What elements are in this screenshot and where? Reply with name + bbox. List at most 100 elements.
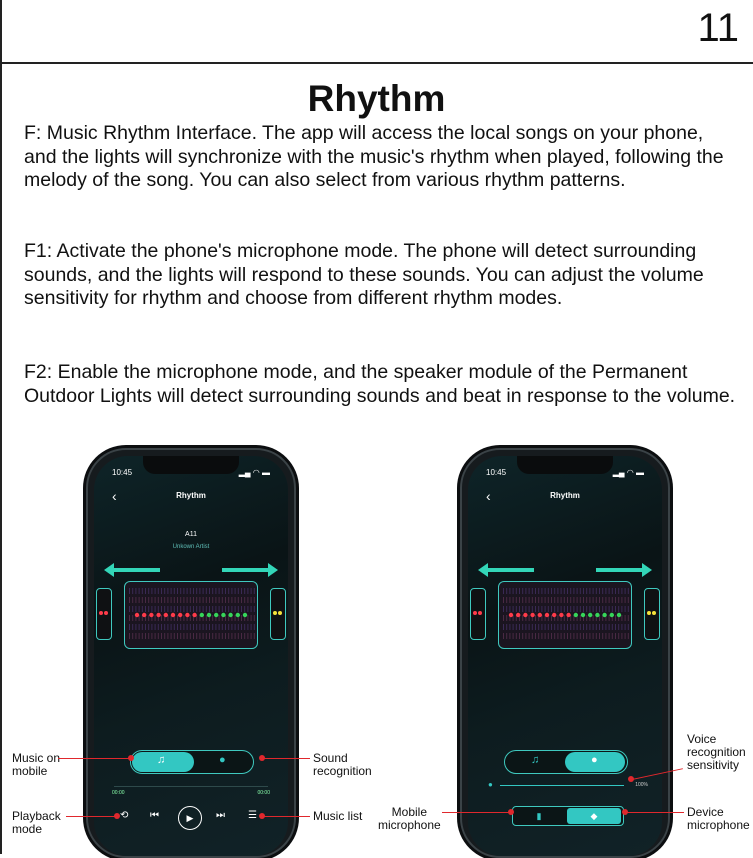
led-grid-line — [544, 624, 546, 630]
led-grid-line — [615, 597, 616, 603]
led-grid-line — [173, 633, 175, 639]
music-list-icon[interactable]: ☰ — [248, 810, 257, 821]
led-grid-line — [567, 597, 568, 603]
paragraph-f: F: Music Rhythm Interface. The app will … — [24, 122, 724, 191]
led-grid-line — [180, 597, 182, 603]
led-grid-line — [218, 633, 220, 639]
led-grid-line — [560, 633, 562, 639]
sensitivity-slider[interactable] — [500, 785, 624, 786]
mode-toggle[interactable]: ♫ ● — [130, 750, 254, 774]
led-grid-line — [503, 624, 504, 630]
led-grid-line — [148, 624, 150, 630]
led-grid-line — [602, 624, 604, 630]
led-grid-line — [592, 606, 594, 612]
led-grid-line — [608, 588, 610, 594]
play-button[interactable]: ▶ — [178, 806, 202, 830]
led-grid-line — [592, 633, 594, 639]
led-grid-line — [250, 615, 252, 621]
callout-line — [58, 758, 132, 760]
led-grid-line — [583, 633, 584, 639]
rhythm-pattern-next[interactable] — [270, 588, 286, 640]
led-grid-line — [618, 588, 620, 594]
led-dot — [595, 612, 600, 618]
page-left-border — [0, 0, 2, 854]
led-dot — [214, 612, 219, 618]
led-grid-line — [157, 606, 159, 612]
led-dot — [530, 612, 535, 618]
led-grid-line — [167, 606, 169, 612]
led-grid-line — [605, 597, 607, 603]
device-microphone-option[interactable]: ◆ — [567, 808, 621, 824]
led-grid-line — [241, 588, 242, 594]
arrow-left-icon[interactable] — [478, 563, 534, 577]
led-grid-line — [247, 615, 249, 621]
led-grid-line — [244, 624, 246, 630]
led-grid-line — [611, 606, 613, 612]
led-grid-line — [212, 624, 214, 630]
music-note-icon[interactable]: ♫ — [531, 754, 539, 766]
led-grid-line — [228, 597, 230, 603]
led-grid-line — [205, 615, 207, 621]
led-dot — [235, 612, 240, 618]
previous-track-icon[interactable]: ⏮ — [150, 810, 159, 821]
led-grid-line — [199, 588, 201, 594]
led-grid-line — [563, 588, 565, 594]
playback-progress-bar[interactable] — [114, 786, 268, 787]
led-grid-line — [615, 624, 616, 630]
led-grid-line — [509, 588, 511, 594]
led-grid-line — [541, 588, 543, 594]
microphone-source-toggle[interactable]: ▮ ◆ — [512, 806, 624, 826]
led-grid-line — [135, 633, 137, 639]
led-dot — [523, 612, 528, 618]
led-grid-line — [247, 624, 249, 630]
arrow-right-icon[interactable] — [596, 563, 652, 577]
led-grid-line — [608, 597, 610, 603]
led-grid-line — [154, 615, 156, 621]
led-dot — [163, 612, 168, 618]
callout-dot — [622, 809, 628, 815]
led-grid-line — [164, 597, 166, 603]
led-grid-line — [519, 597, 520, 603]
led-grid-line — [199, 633, 201, 639]
led-grid-line — [560, 624, 562, 630]
led-grid-line — [196, 606, 198, 612]
led-dot — [185, 612, 190, 618]
led-grid-line — [161, 615, 162, 621]
led-grid-line — [557, 597, 559, 603]
phone-notch — [517, 456, 613, 474]
led-grid-line — [554, 597, 556, 603]
rhythm-pattern-next[interactable] — [644, 588, 660, 640]
led-grid-line — [618, 633, 620, 639]
led-grid-line — [180, 633, 182, 639]
led-grid-line — [503, 606, 504, 612]
led-grid-line — [202, 633, 204, 639]
arrow-right-icon[interactable] — [222, 563, 278, 577]
led-grid-line — [589, 633, 591, 639]
led-grid-line — [253, 606, 255, 612]
led-grid-line — [509, 624, 511, 630]
music-note-icon: ♫ — [157, 754, 166, 766]
led-grid-line — [592, 588, 594, 594]
led-grid-line — [621, 615, 623, 621]
led-grid-line — [595, 624, 597, 630]
led-grid-line — [183, 633, 185, 639]
mobile-microphone-option[interactable]: ▮ — [513, 807, 565, 825]
rhythm-pattern-prev[interactable] — [96, 588, 112, 640]
led-grid-line — [515, 624, 517, 630]
led-grid-line — [605, 624, 607, 630]
led-grid-line — [522, 633, 524, 639]
rhythm-pattern-prev[interactable] — [470, 588, 486, 640]
next-track-icon[interactable]: ⏭ — [216, 810, 225, 821]
side-led-dot — [273, 611, 277, 615]
microphone-icon[interactable]: ● — [219, 754, 226, 766]
led-grid-line — [138, 588, 140, 594]
repeat-icon[interactable]: ⟲ — [120, 810, 128, 821]
led-grid-line — [177, 597, 178, 603]
led-grid-line — [576, 588, 578, 594]
callout-mobile-microphone: Mobile microphone — [378, 805, 441, 832]
led-grid-line — [145, 597, 146, 603]
mode-toggle[interactable]: ♫ ● — [504, 750, 628, 774]
led-grid-line — [241, 615, 242, 621]
paragraph-f1: F1: Activate the phone's microphone mode… — [24, 240, 704, 309]
arrow-left-icon[interactable] — [104, 563, 160, 577]
